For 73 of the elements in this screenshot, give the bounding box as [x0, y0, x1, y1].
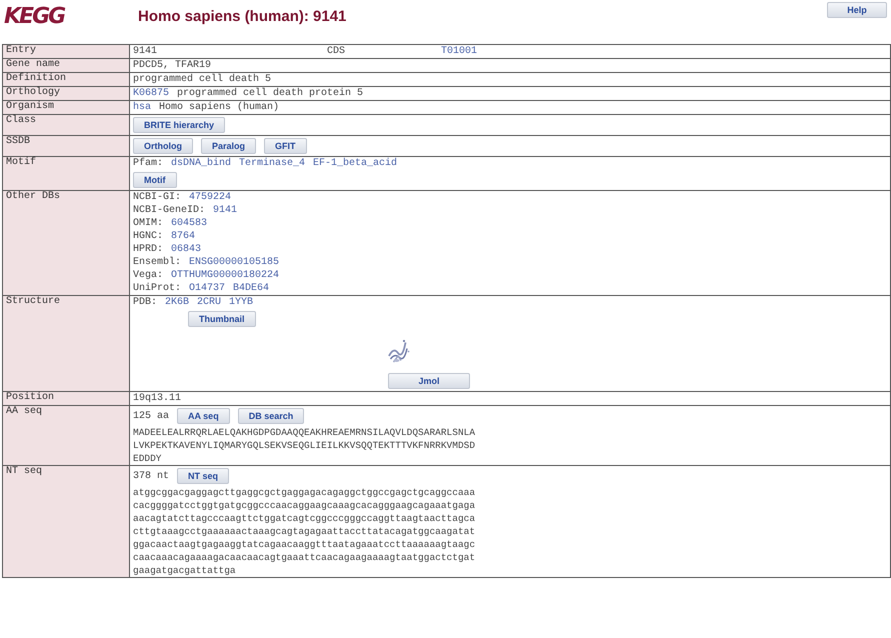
sequence-line: gaagatgacgattattga: [133, 564, 236, 577]
action-button[interactable]: Paralog: [201, 138, 256, 154]
field-value: 9141: [133, 45, 158, 58]
field-label: AA seq: [6, 406, 42, 417]
sequence-line: EDDDY: [133, 452, 162, 465]
sequence-line: LVKPEKTKAVENYLIQMARYGQLSEKVSEQGLIEILKKVSQQTEKTTTVKFNRRKVMDSD: [133, 439, 476, 452]
action-button[interactable]: Jmol: [388, 373, 470, 389]
action-button[interactable]: Thumbnail: [188, 311, 256, 327]
action-button[interactable]: DB search: [238, 408, 304, 424]
db-link[interactable]: K06875: [133, 87, 170, 100]
field-value: OMIM:: [133, 217, 164, 230]
field-value: NCBI-GeneID:: [133, 204, 206, 217]
db-link[interactable]: 1YYB: [229, 296, 254, 309]
field-value: 19q13.11: [133, 392, 182, 405]
field-value: 378 nt: [133, 470, 170, 482]
db-link[interactable]: Terminase_4: [239, 157, 306, 170]
db-link[interactable]: 06843: [171, 243, 202, 256]
action-button[interactable]: GFIT: [264, 138, 307, 154]
db-link[interactable]: ENSG00000105185: [189, 256, 280, 269]
field-label: NT seq: [6, 466, 42, 477]
field-value: PDB:: [133, 296, 158, 309]
db-link[interactable]: hsa: [133, 101, 152, 114]
sequence-line: cttgtaaagcctgaaaaaactaaagcagtagagaattaccttatacagatggcaagatat: [133, 525, 476, 538]
field-value: 125 aa: [133, 410, 170, 422]
sequence-line: aacagtatcttagcccaagttctggatcagtcggcccgggccaggttaagtaacttagca: [133, 512, 476, 525]
sequence-line: cacggggatcctggtgatgcggcccaacaggaagcaaagcacagggaagcagaaatgaga: [133, 499, 476, 512]
field-value: Ensembl:: [133, 256, 182, 269]
field-label: Position: [6, 392, 54, 403]
field-label: Motif: [6, 157, 36, 168]
db-link[interactable]: T01001: [441, 45, 478, 58]
field-value: HPRD:: [133, 243, 164, 256]
field-value: NCBI-GI:: [133, 191, 182, 204]
db-link[interactable]: 9141: [213, 204, 238, 217]
field-label: Organism: [6, 101, 54, 112]
field-label: Structure: [6, 296, 60, 307]
db-link[interactable]: dsDNA_bind: [171, 157, 232, 170]
action-button[interactable]: Motif: [133, 172, 176, 188]
sequence-line: atggcggacgaggagcttgaggcgctgaggagacagaggctggccgagctgcaggccaaa: [133, 486, 476, 499]
sequence-line: ggacaactaagtgagaaggtatcagaacaaggtttaatagaaatccttaaaaaagtaagc: [133, 538, 476, 551]
field-value: UniProt:: [133, 282, 182, 295]
action-button[interactable]: Ortholog: [133, 138, 193, 154]
field-value: Vega:: [133, 269, 164, 282]
db-link[interactable]: EF-1_beta_acid: [313, 157, 398, 170]
db-link[interactable]: 2K6B: [165, 296, 190, 309]
field-value: Homo sapiens (human): [159, 101, 280, 114]
action-button[interactable]: BRITE hierarchy: [133, 117, 226, 133]
field-value: HGNC:: [133, 230, 164, 243]
db-link[interactable]: OTTHUMG00000180224: [171, 269, 280, 282]
kegg-logo[interactable]: KEGG: [4, 4, 124, 29]
field-value: CDS: [327, 45, 346, 58]
field-value: programmed cell death protein 5: [177, 87, 364, 100]
sequence-line: MADEELEALRRQRLAELQAKHGDPGDAAQQEAKHREAEMRNSILAQVLDQSARARLSNLA: [133, 426, 476, 439]
field-value: programmed cell death 5: [133, 73, 272, 86]
help-button[interactable]: Help: [827, 2, 887, 18]
field-value: PDCD5, TFAR19: [133, 59, 212, 72]
action-button[interactable]: AA seq: [177, 408, 230, 424]
db-link[interactable]: 4759224: [189, 191, 232, 204]
db-link[interactable]: 8764: [171, 230, 196, 243]
db-link[interactable]: O14737: [189, 282, 226, 295]
field-label: Definition: [6, 73, 66, 84]
field-label: Entry: [6, 45, 36, 56]
db-link[interactable]: 604583: [171, 217, 208, 230]
db-link[interactable]: 2CRU: [197, 296, 222, 309]
field-value: Pfam:: [133, 157, 164, 170]
field-label: Gene name: [6, 59, 60, 70]
field-label: Orthology: [6, 87, 60, 98]
page-title: Homo sapiens (human): 9141: [138, 8, 348, 25]
action-button[interactable]: NT seq: [177, 468, 230, 484]
field-label: SSDB: [6, 136, 30, 147]
db-link[interactable]: B4DE64: [233, 282, 270, 295]
field-label: Class: [6, 115, 36, 126]
sequence-line: caacaaacagaaaagacaacaacagtgaaattcaacagaagaaaagtaatggactctgat: [133, 551, 476, 564]
field-label: Other DBs: [6, 191, 60, 202]
